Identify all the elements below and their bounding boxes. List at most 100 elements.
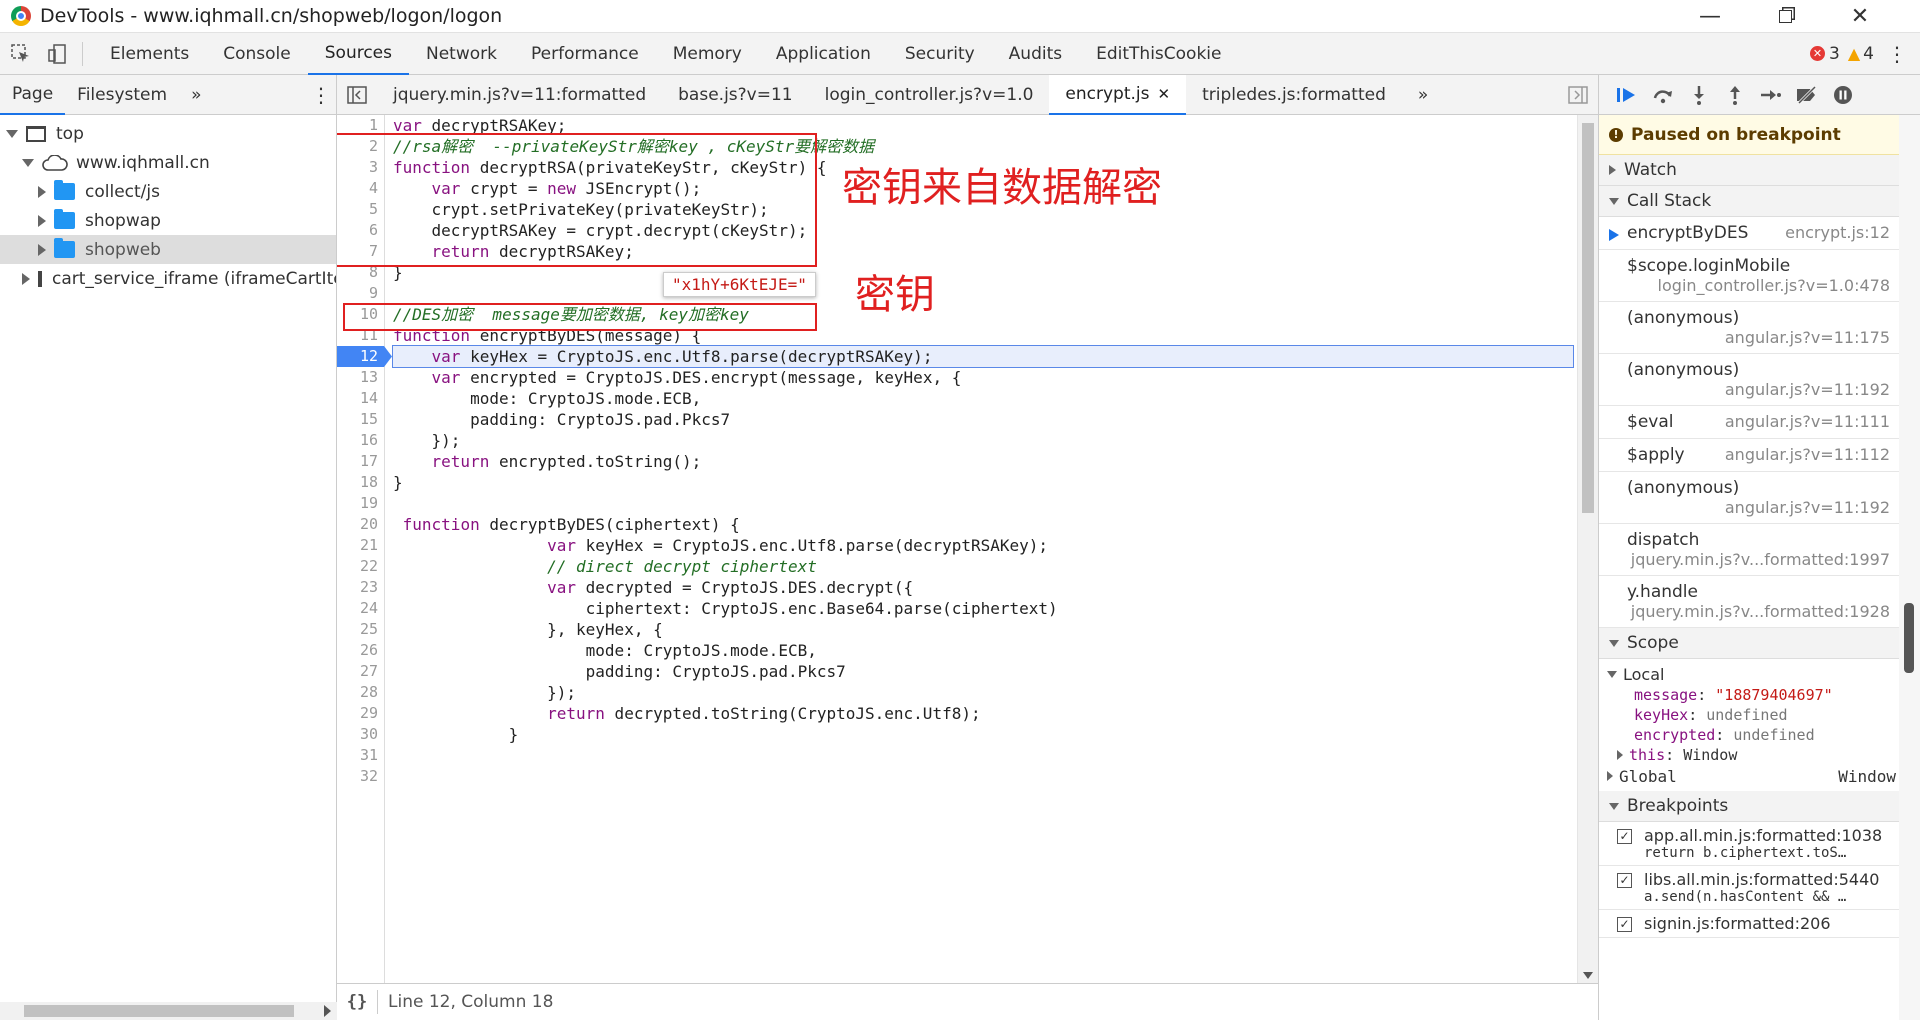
tab-jquery-min-js[interactable]: jquery.min.js?v=11:formatted <box>377 75 662 115</box>
tab-memory[interactable]: Memory <box>656 33 759 75</box>
call-stack-frame[interactable]: encryptByDES encrypt.js:12 <box>1599 217 1900 250</box>
tab-editthiscookie[interactable]: EditThisCookie <box>1079 33 1238 75</box>
tab-base-js[interactable]: base.js?v=11 <box>662 75 808 115</box>
line-number[interactable]: 24 <box>337 598 384 619</box>
line-number[interactable]: 31 <box>337 745 384 766</box>
code-line[interactable]: mode: CryptoJS.mode.ECB, <box>393 640 1573 661</box>
code-line[interactable]: return encrypted.toString(); <box>393 451 1573 472</box>
tree-item-shopwap[interactable]: shopwap <box>0 206 336 235</box>
code-line[interactable]: padding: CryptoJS.pad.Pkcs7 <box>393 661 1573 682</box>
resume-icon[interactable] <box>1609 80 1645 110</box>
breakpoint-marker[interactable]: 12 <box>337 346 392 367</box>
more-options-icon[interactable]: ⋮ <box>1882 44 1912 64</box>
line-number[interactable]: 15 <box>337 409 384 430</box>
code-line[interactable]: var encrypted = CryptoJS.DES.encrypt(mes… <box>393 367 1573 388</box>
step-out-icon[interactable] <box>1717 80 1753 110</box>
scroll-right-arrow-icon[interactable] <box>324 1005 331 1017</box>
code-line[interactable]: } <box>393 724 1573 745</box>
scrollbar-thumb[interactable] <box>1904 603 1914 673</box>
breakpoint-checkbox[interactable]: ✓ <box>1617 873 1632 888</box>
nav-more-tabs[interactable]: » <box>179 75 213 115</box>
breakpoints-section[interactable]: Breakpoints <box>1599 791 1900 822</box>
line-number[interactable]: 17 <box>337 451 384 472</box>
expand-arrow-icon[interactable] <box>22 158 34 167</box>
code-line[interactable]: // direct decrypt ciphertext <box>393 556 1573 577</box>
tab-sources[interactable]: Sources <box>307 33 409 75</box>
line-number[interactable]: 22 <box>337 556 384 577</box>
device-toggle-icon[interactable] <box>42 39 72 69</box>
code-line[interactable]: function decryptByDES(ciphertext) { <box>393 514 1573 535</box>
code-line[interactable]: return decrypted.toString(CryptoJS.enc.U… <box>393 703 1573 724</box>
code-line[interactable]: }); <box>393 682 1573 703</box>
deactivate-breakpoints-icon[interactable] <box>1789 80 1825 110</box>
tab-console[interactable]: Console <box>206 33 308 75</box>
code-line[interactable]: }); <box>393 430 1573 451</box>
call-stack-frame[interactable]: dispatch jquery.min.js?v...formatted:1997 <box>1599 524 1900 576</box>
tree-item-cart-iframe[interactable]: cart_service_iframe (iframeCartIte <box>0 264 336 293</box>
scope-var-this[interactable]: this: Window <box>1599 745 1900 765</box>
tree-item-shopweb[interactable]: shopweb <box>0 235 336 264</box>
code-area[interactable]: 1 2 3 4 5 6 7 8 9 10 11 12 13 14 15 16 17 18 19 20 21 22 23 24 2… <box>337 115 1577 983</box>
step-icon[interactable] <box>1753 80 1789 110</box>
collapse-arrow-icon[interactable] <box>38 243 46 256</box>
call-stack-frame[interactable]: (anonymous) angular.js?v=11:175 <box>1599 302 1900 354</box>
close-tab-icon[interactable]: ✕ <box>1158 85 1171 103</box>
code-line[interactable]: mode: CryptoJS.mode.ECB, <box>393 388 1573 409</box>
warning-counter[interactable]: ▲ 4 <box>1848 44 1874 64</box>
step-into-icon[interactable] <box>1681 80 1717 110</box>
scope-var-keyhex[interactable]: keyHex: undefined <box>1599 705 1900 725</box>
line-number[interactable]: 9 <box>337 283 384 304</box>
pause-on-exceptions-icon[interactable] <box>1825 80 1861 110</box>
call-stack-frame[interactable]: y.handle jquery.min.js?v...formatted:1928 <box>1599 576 1900 628</box>
close-icon[interactable]: ✕ <box>1830 0 1890 33</box>
code-line-current[interactable]: var keyHex = CryptoJS.enc.Utf8.parse(dec… <box>392 345 1574 368</box>
line-number[interactable]: 21 <box>337 535 384 556</box>
call-stack-frame[interactable]: $eval angular.js?v=11:111 <box>1599 406 1900 439</box>
step-over-icon[interactable] <box>1645 80 1681 110</box>
breakpoint-item[interactable]: ✓ libs.all.min.js:formatted:5440 a.send(n.… <box>1599 866 1900 910</box>
restore-icon[interactable] <box>1755 0 1815 33</box>
tab-security[interactable]: Security <box>888 33 992 75</box>
tab-elements[interactable]: Elements <box>93 33 206 75</box>
line-number[interactable]: 13 <box>337 367 384 388</box>
editor-more-tabs[interactable]: » <box>1402 75 1444 115</box>
breakpoint-checkbox[interactable]: ✓ <box>1617 917 1632 932</box>
pretty-print-icon[interactable]: {} <box>337 992 377 1012</box>
scroll-down-arrow-icon[interactable] <box>1583 972 1593 979</box>
line-number[interactable]: 19 <box>337 493 384 514</box>
tab-filesystem[interactable]: Filesystem <box>65 75 179 115</box>
code-line[interactable]: }, keyHex, { <box>393 619 1573 640</box>
scope-section[interactable]: Scope <box>1599 628 1900 659</box>
line-number[interactable]: 18 <box>337 472 384 493</box>
horizontal-scrollbar[interactable] <box>0 1002 337 1020</box>
code-line[interactable]: var decrypted = CryptoJS.DES.decrypt({ <box>393 577 1573 598</box>
tab-performance[interactable]: Performance <box>514 33 656 75</box>
tab-audits[interactable]: Audits <box>992 33 1079 75</box>
scope-var-encrypted[interactable]: encrypted: undefined <box>1599 725 1900 745</box>
line-number[interactable]: 30 <box>337 724 384 745</box>
tree-item-top[interactable]: top <box>0 119 336 148</box>
tab-encrypt-js[interactable]: encrypt.js ✕ <box>1049 74 1187 115</box>
collapse-arrow-icon[interactable] <box>38 185 46 198</box>
line-number[interactable]: 29 <box>337 703 384 724</box>
line-number[interactable]: 26 <box>337 640 384 661</box>
line-number[interactable]: 28 <box>337 682 384 703</box>
minimize-icon[interactable]: — <box>1680 0 1740 33</box>
tab-tripledes-js[interactable]: tripledes.js:formatted <box>1186 75 1402 115</box>
line-number[interactable]: 20 <box>337 514 384 535</box>
inspect-icon[interactable] <box>6 39 36 69</box>
code-line[interactable] <box>393 745 1573 766</box>
call-stack-section[interactable]: Call Stack <box>1599 186 1900 217</box>
call-stack-frame[interactable]: (anonymous) angular.js?v=11:192 <box>1599 354 1900 406</box>
code-line[interactable] <box>393 283 1573 304</box>
collapse-arrow-icon[interactable] <box>38 214 46 227</box>
code-line[interactable] <box>393 766 1573 787</box>
watch-section[interactable]: Watch <box>1599 155 1900 186</box>
breakpoint-item[interactable]: ✓ signin.js:formatted:206 <box>1599 910 1900 938</box>
line-number[interactable]: 14 <box>337 388 384 409</box>
scrollbar-thumb[interactable] <box>1582 123 1594 513</box>
tab-application[interactable]: Application <box>759 33 888 75</box>
call-stack-frame[interactable]: $scope.loginMobile login_controller.js?v=… <box>1599 250 1900 302</box>
line-number[interactable]: 25 <box>337 619 384 640</box>
editor-vertical-scrollbar[interactable] <box>1577 115 1598 983</box>
